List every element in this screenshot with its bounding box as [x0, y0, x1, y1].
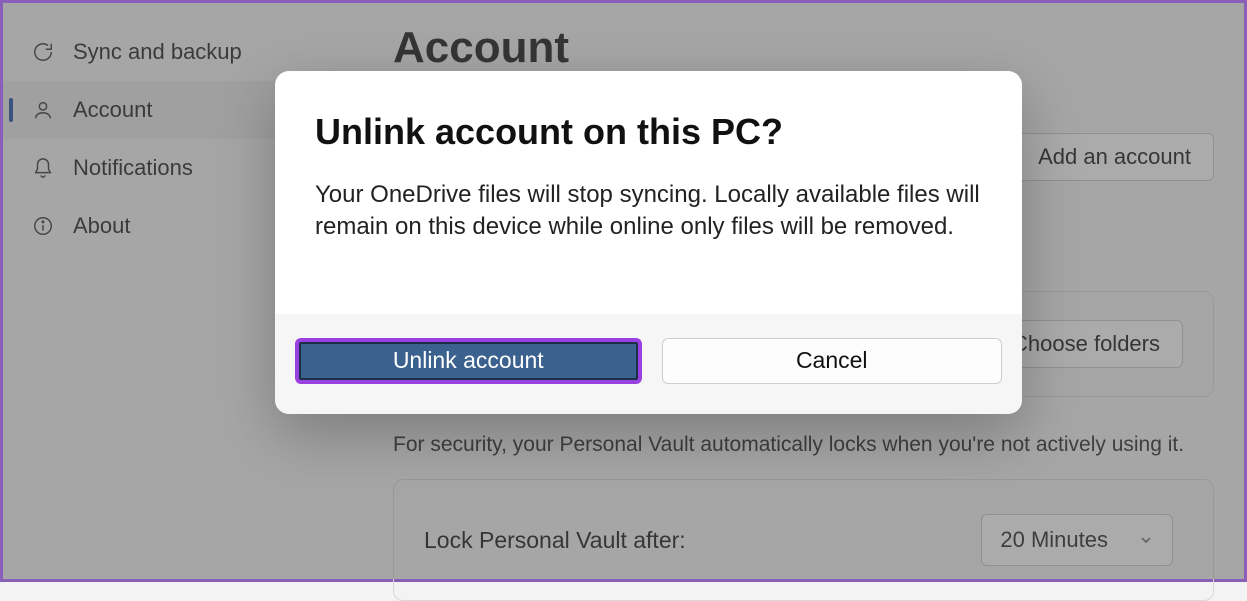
dialog-actions: Unlink account Cancel [275, 314, 1022, 414]
dialog-title: Unlink account on this PC? [315, 111, 982, 153]
dialog-text: Your OneDrive files will stop syncing. L… [315, 179, 982, 244]
dialog-body: Unlink account on this PC? Your OneDrive… [275, 71, 1022, 314]
cancel-button[interactable]: Cancel [662, 338, 1003, 384]
unlink-dialog: Unlink account on this PC? Your OneDrive… [275, 71, 1022, 414]
unlink-account-button[interactable]: Unlink account [295, 338, 642, 384]
